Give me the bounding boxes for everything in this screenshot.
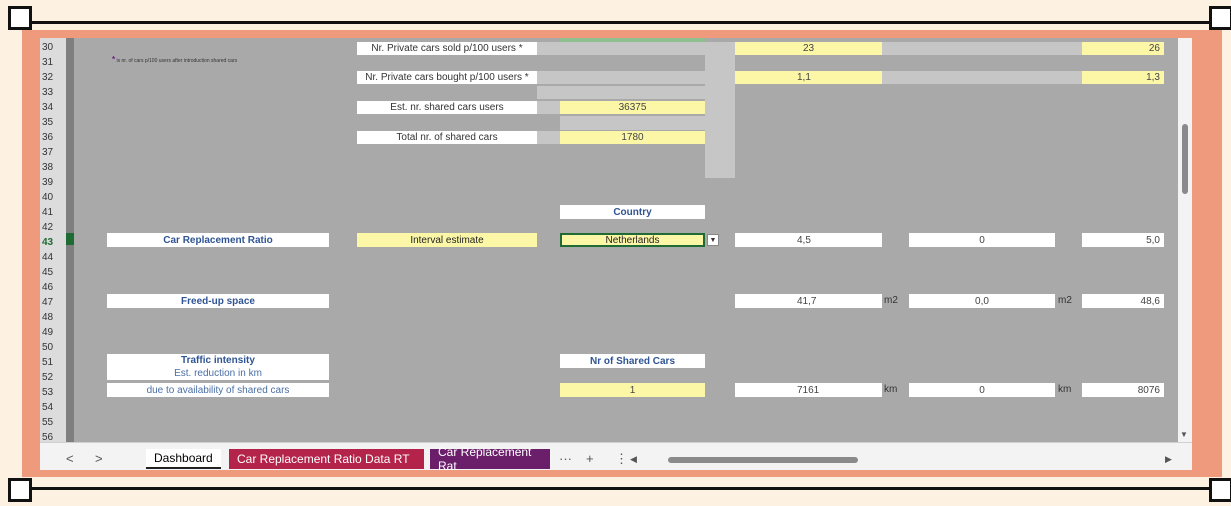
footnote-text: is nr. of cars p/100 users after introdu… bbox=[116, 58, 238, 64]
row-header-40[interactable]: 40 bbox=[42, 192, 64, 203]
row-header-45[interactable]: 45 bbox=[42, 267, 64, 278]
horizontal-scroll-thumb[interactable] bbox=[668, 457, 858, 463]
traffic-sub-label-2: due to availability of shared cars bbox=[107, 383, 329, 397]
private-bought-band bbox=[882, 71, 1082, 84]
corner-handle-bottom-right[interactable] bbox=[1209, 478, 1231, 502]
row-header-32[interactable]: 32 bbox=[42, 72, 64, 83]
space-value-2[interactable]: 0,0 bbox=[909, 294, 1055, 308]
tab-menu-icon[interactable]: ⋮ bbox=[615, 451, 628, 467]
est-users-value[interactable]: 36375 bbox=[560, 101, 705, 114]
frame-top-line bbox=[22, 21, 1220, 24]
row-header-39[interactable]: 39 bbox=[42, 177, 64, 188]
row-header-54[interactable]: 54 bbox=[42, 402, 64, 413]
tab-car-replacement-rat[interactable]: Car Replacement Rat bbox=[430, 445, 550, 470]
freed-up-space-label: Freed-up space bbox=[107, 294, 329, 308]
row-header-37[interactable]: 37 bbox=[42, 147, 64, 158]
row-header-50[interactable]: 50 bbox=[42, 342, 64, 353]
total-cars-band bbox=[537, 131, 560, 144]
traffic-value-1[interactable]: 7161 bbox=[735, 383, 882, 397]
private-bought-value-1[interactable]: 1,1 bbox=[735, 71, 882, 84]
row-header-42[interactable]: 42 bbox=[42, 222, 64, 233]
row-header-46[interactable]: 46 bbox=[42, 282, 64, 293]
vertical-scrollbar[interactable]: ▼ bbox=[1178, 38, 1192, 442]
private-sold-value-2[interactable]: 26 bbox=[1082, 42, 1164, 55]
grey-column bbox=[705, 42, 735, 178]
country-select[interactable]: Netherlands bbox=[560, 233, 705, 247]
private-bought-input-bg bbox=[537, 71, 705, 84]
row-header-47[interactable]: 47 bbox=[42, 297, 64, 308]
car-replacement-ratio-label: Car Replacement Ratio bbox=[107, 233, 329, 247]
row-header-41[interactable]: 41 bbox=[42, 207, 64, 218]
row-header-33[interactable]: 33 bbox=[42, 87, 64, 98]
traffic-intensity-label: Traffic intensity bbox=[107, 354, 329, 367]
nr-shared-cars-label: Nr of Shared Cars bbox=[560, 354, 705, 368]
tab-nav-prev-icon[interactable]: < bbox=[66, 451, 74, 466]
vertical-scroll-thumb[interactable] bbox=[1182, 124, 1188, 194]
row-header-49[interactable]: 49 bbox=[42, 327, 64, 338]
more-tabs-icon[interactable]: ··· bbox=[559, 451, 572, 466]
private-sold-input-bg bbox=[537, 42, 705, 55]
outline-bar bbox=[66, 38, 74, 442]
row33-band bbox=[537, 86, 705, 99]
total-cars-label: Total nr. of shared cars bbox=[357, 131, 537, 144]
footnote-star: * bbox=[112, 55, 116, 64]
private-sold-label: Nr. Private cars sold p/100 users * bbox=[357, 42, 537, 55]
row-header-35[interactable]: 35 bbox=[42, 117, 64, 128]
interval-estimate-label: Interval estimate bbox=[357, 233, 537, 247]
row-header-30[interactable]: 30 bbox=[42, 42, 64, 53]
ratio-value-3[interactable]: 5,0 bbox=[1082, 233, 1164, 247]
footnote: * is nr. of cars p/100 users after intro… bbox=[112, 55, 237, 64]
total-cars-value[interactable]: 1780 bbox=[560, 131, 705, 144]
chevron-down-icon[interactable]: ▼ bbox=[707, 234, 719, 246]
row-header-51[interactable]: 51 bbox=[42, 357, 64, 368]
row-header-48[interactable]: 48 bbox=[42, 312, 64, 323]
ratio-value-1[interactable]: 4,5 bbox=[735, 233, 882, 247]
nr-shared-cars-value[interactable]: 1 bbox=[560, 383, 705, 397]
row-header-38[interactable]: 38 bbox=[42, 162, 64, 173]
private-bought-label: Nr. Private cars bought p/100 users * bbox=[357, 71, 537, 84]
space-value-1[interactable]: 41,7 bbox=[735, 294, 882, 308]
frame-bottom-line bbox=[22, 487, 1220, 490]
row-header-55[interactable]: 55 bbox=[42, 417, 64, 428]
row-header-53[interactable]: 53 bbox=[42, 387, 64, 398]
spreadsheet-view: 30 31 32 33 34 35 36 37 38 39 40 41 42 43 44 45 46 47 48 49… bbox=[40, 38, 1192, 470]
row-header-52[interactable]: 52 bbox=[42, 372, 64, 383]
tab-nav-next-icon[interactable]: > bbox=[95, 451, 103, 466]
traffic-value-2[interactable]: 0 bbox=[909, 383, 1055, 397]
horizontal-scrollbar[interactable] bbox=[643, 457, 1163, 463]
row35-band bbox=[560, 116, 705, 130]
traffic-sub-label-1: Est. reduction in km bbox=[107, 367, 329, 380]
scroll-right-icon[interactable]: ▶ bbox=[1165, 454, 1172, 465]
scroll-left-icon[interactable]: ◀ bbox=[630, 454, 637, 465]
corner-handle-top-left[interactable] bbox=[8, 6, 32, 30]
est-users-label: Est. nr. shared cars users bbox=[357, 101, 537, 114]
row-header-31[interactable]: 31 bbox=[42, 57, 64, 68]
corner-handle-bottom-left[interactable] bbox=[8, 478, 32, 502]
row-header-36[interactable]: 36 bbox=[42, 132, 64, 143]
est-users-band bbox=[537, 101, 560, 114]
tab-dashboard[interactable]: Dashboard bbox=[146, 449, 221, 469]
private-bought-value-2[interactable]: 1,3 bbox=[1082, 71, 1164, 84]
scroll-down-icon[interactable]: ▼ bbox=[1180, 430, 1188, 439]
add-sheet-icon[interactable]: + bbox=[586, 451, 594, 466]
row-header-44[interactable]: 44 bbox=[42, 252, 64, 263]
traffic-value-3[interactable]: 8076 bbox=[1082, 383, 1164, 397]
private-sold-band bbox=[882, 42, 1082, 55]
selected-row-marker bbox=[66, 233, 74, 245]
row-header-34[interactable]: 34 bbox=[42, 102, 64, 113]
row-header-43[interactable]: 43 bbox=[42, 237, 64, 248]
tab-car-replacement-ratio-data-rt[interactable]: Car Replacement Ratio Data RT bbox=[229, 449, 424, 469]
traffic-unit-1: km bbox=[884, 384, 898, 395]
private-sold-value-1[interactable]: 23 bbox=[735, 42, 882, 55]
space-unit-2: m2 bbox=[1058, 295, 1072, 306]
country-label: Country bbox=[560, 205, 705, 219]
ratio-value-2[interactable]: 0 bbox=[909, 233, 1055, 247]
space-unit-1: m2 bbox=[884, 295, 898, 306]
corner-handle-top-right[interactable] bbox=[1209, 6, 1231, 30]
space-value-3[interactable]: 48,6 bbox=[1082, 294, 1164, 308]
traffic-unit-2: km bbox=[1058, 384, 1072, 395]
row-headers: 30 31 32 33 34 35 36 37 38 39 40 41 42 43 44 45 46 47 48 49… bbox=[40, 38, 66, 443]
sheet-tab-bar: < > Dashboard Car Replacement Ratio Data… bbox=[40, 442, 1192, 470]
